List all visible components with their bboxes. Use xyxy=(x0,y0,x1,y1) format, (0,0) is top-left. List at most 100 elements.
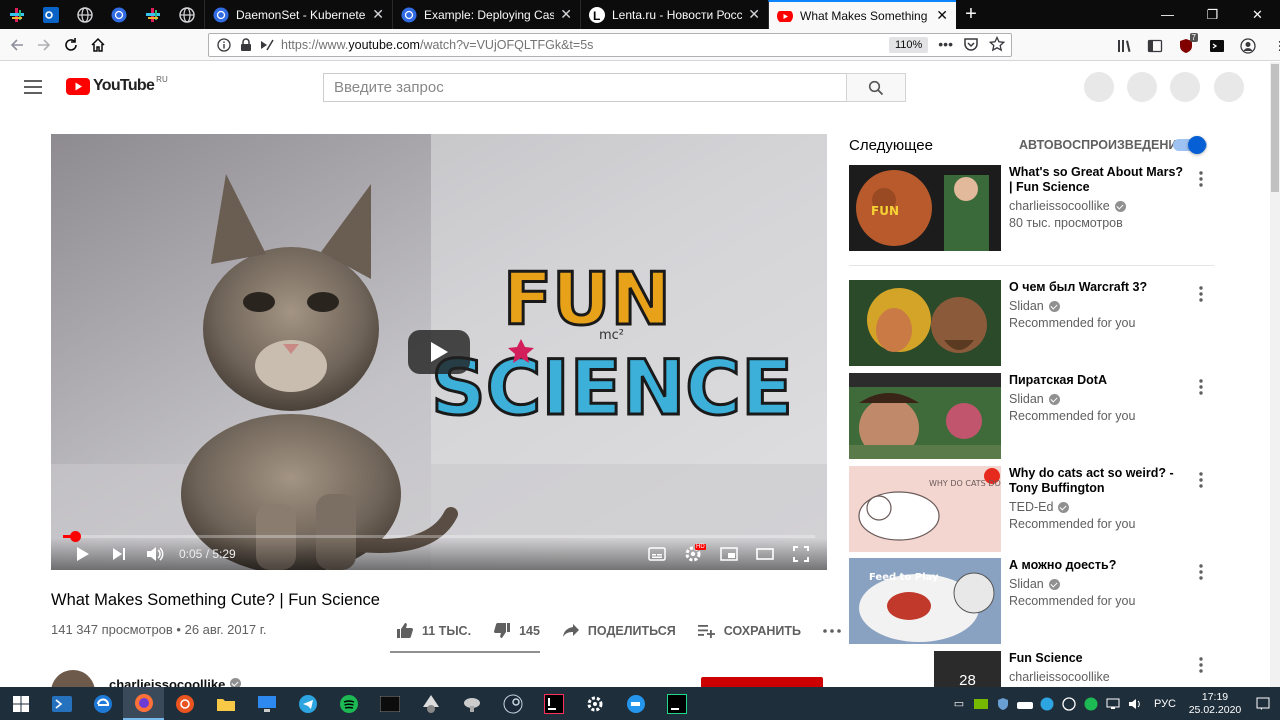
new-tab-button[interactable]: + xyxy=(956,0,986,29)
scrollbar-thumb[interactable] xyxy=(1271,64,1279,192)
reload-button[interactable] xyxy=(57,31,84,58)
recommended-video[interactable]: О чем был Warcraft 3? Slidan Recommended… xyxy=(849,280,1214,366)
pinned-tab-web-1[interactable] xyxy=(68,0,102,29)
taskbar-app-1[interactable] xyxy=(410,687,451,720)
video-thumbnail[interactable] xyxy=(849,280,1001,366)
subtitles-button[interactable] xyxy=(639,538,675,570)
minimize-icon[interactable]: — xyxy=(1145,0,1190,29)
tray-nvidia-icon[interactable] xyxy=(970,698,992,709)
taskbar-powershell[interactable] xyxy=(41,687,82,720)
pinned-tab-kubernetes[interactable] xyxy=(102,0,136,29)
search-button[interactable] xyxy=(846,73,906,102)
next-button[interactable] xyxy=(101,538,137,570)
recommended-video[interactable]: FUN What's so Great About Mars? | Fun Sc… xyxy=(849,165,1214,251)
tray-telegram-icon[interactable] xyxy=(1036,697,1058,711)
taskbar-terminal[interactable] xyxy=(369,687,410,720)
tray-volume-icon[interactable] xyxy=(1124,698,1146,710)
tray-network-icon[interactable] xyxy=(1102,698,1124,710)
forward-button[interactable] xyxy=(30,31,57,58)
recommended-video[interactable]: Пиратская DotA Slidan Recommended for yo… xyxy=(849,373,1214,459)
page-actions-icon[interactable]: ••• xyxy=(938,36,953,52)
action-center-button[interactable] xyxy=(1246,697,1280,711)
ublock-button[interactable]: 7 xyxy=(1172,32,1199,59)
info-icon[interactable] xyxy=(217,38,231,52)
tab-cassandra[interactable]: Example: Deploying Cassandra ✕ xyxy=(392,0,580,29)
more-vertical-icon[interactable] xyxy=(1199,472,1203,488)
settings-button[interactable]: HD xyxy=(675,538,711,570)
url-bar[interactable]: https://www.youtube.com/watch?v=VUjOFQLT… xyxy=(208,33,1012,57)
tab-daemonset[interactable]: DaemonSet - Kubernetes ✕ xyxy=(204,0,392,29)
youtube-logo[interactable]: YouTube RU xyxy=(66,75,168,95)
close-tab-icon[interactable]: ✕ xyxy=(748,6,760,23)
tray-desktop-icon[interactable]: ▭ xyxy=(948,697,970,710)
recommended-playlist[interactable]: 28 Fun Science charlieissocoollike xyxy=(849,651,1214,687)
share-button[interactable]: ПОДЕЛИТЬСЯ xyxy=(562,623,676,638)
like-button[interactable]: 11 ТЫС. xyxy=(396,622,471,639)
more-actions-button[interactable] xyxy=(823,628,849,633)
account-button[interactable] xyxy=(1234,32,1261,59)
language-indicator[interactable]: РУС xyxy=(1154,698,1176,710)
app-menu-button[interactable] xyxy=(1271,32,1280,59)
more-vertical-icon[interactable] xyxy=(1199,286,1203,302)
autoplay-toggle-knob[interactable] xyxy=(1188,136,1206,154)
video-thumbnail[interactable]: Feed to Play xyxy=(849,558,1001,644)
taskbar-ubuntu[interactable] xyxy=(164,687,205,720)
extension-button[interactable] xyxy=(1203,32,1230,59)
home-button[interactable] xyxy=(84,31,111,58)
video-thumbnail[interactable] xyxy=(849,373,1001,459)
taskbar-remote[interactable] xyxy=(246,687,287,720)
start-button[interactable] xyxy=(0,687,41,720)
more-vertical-icon[interactable] xyxy=(1199,171,1203,187)
taskbar-edge[interactable] xyxy=(82,687,123,720)
mute-button[interactable] xyxy=(137,538,173,570)
sidebar-button[interactable] xyxy=(1141,32,1168,59)
more-vertical-icon[interactable] xyxy=(1199,657,1203,673)
lock-icon[interactable] xyxy=(239,38,253,52)
more-vertical-icon[interactable] xyxy=(1199,564,1203,580)
taskbar-settings[interactable] xyxy=(574,687,615,720)
close-tab-icon[interactable]: ✕ xyxy=(372,6,384,23)
taskbar-firefox[interactable] xyxy=(123,687,164,720)
create-video-button[interactable] xyxy=(1084,72,1114,102)
taskbar-intellij[interactable] xyxy=(533,687,574,720)
taskbar-pycharm[interactable] xyxy=(656,687,697,720)
autoplay-blocked-icon[interactable] xyxy=(259,38,275,52)
pocket-icon[interactable] xyxy=(963,36,979,52)
apps-button[interactable] xyxy=(1127,72,1157,102)
taskbar-explorer[interactable] xyxy=(205,687,246,720)
dislike-button[interactable]: 145 xyxy=(493,622,540,639)
taskbar-steam[interactable] xyxy=(492,687,533,720)
video-player[interactable]: FUN SCIENCE mc² 0:05 / 5:29 HD xyxy=(51,134,827,570)
tray-spotify-icon[interactable] xyxy=(1080,697,1102,711)
maximize-icon[interactable]: ❐ xyxy=(1190,0,1235,29)
video-thumbnail[interactable]: WHY DO CATS DO THAT? xyxy=(849,466,1001,552)
tray-steam-icon[interactable] xyxy=(1058,696,1080,711)
close-tab-icon[interactable]: ✕ xyxy=(936,7,948,24)
recommended-video[interactable]: Feed to Play А можно доесть? Slidan Reco… xyxy=(849,558,1214,644)
more-vertical-icon[interactable] xyxy=(1199,379,1203,395)
taskbar-spotify[interactable] xyxy=(328,687,369,720)
pinned-tab-outlook[interactable] xyxy=(34,0,68,29)
recommended-video[interactable]: WHY DO CATS DO THAT? Why do cats act so … xyxy=(849,466,1214,552)
taskbar-docker[interactable] xyxy=(615,687,656,720)
pinned-tab-slack-2[interactable] xyxy=(136,0,170,29)
taskbar-telegram[interactable] xyxy=(287,687,328,720)
tab-youtube-active[interactable]: What Makes Something Cute? | ✕ xyxy=(768,0,956,29)
pinned-tab-slack[interactable] xyxy=(0,0,34,29)
fullscreen-button[interactable] xyxy=(783,538,819,570)
miniplayer-button[interactable] xyxy=(711,538,747,570)
tray-docker-icon[interactable] xyxy=(1014,699,1036,709)
guide-menu-button[interactable] xyxy=(24,80,42,94)
close-window-icon[interactable]: ✕ xyxy=(1235,0,1280,29)
pinned-tab-web-2[interactable] xyxy=(170,0,204,29)
save-button[interactable]: СОХРАНИТЬ xyxy=(697,624,801,638)
library-button[interactable] xyxy=(1110,32,1137,59)
zoom-indicator[interactable]: 110% xyxy=(889,37,929,53)
taskbar-clock[interactable]: 17:19 25.02.2020 xyxy=(1184,691,1246,717)
close-tab-icon[interactable]: ✕ xyxy=(560,6,572,23)
taskbar-app-2[interactable] xyxy=(451,687,492,720)
big-play-button[interactable] xyxy=(408,330,470,374)
theater-mode-button[interactable] xyxy=(747,538,783,570)
video-thumbnail[interactable]: FUN xyxy=(849,165,1001,251)
channel-avatar[interactable] xyxy=(51,670,95,688)
